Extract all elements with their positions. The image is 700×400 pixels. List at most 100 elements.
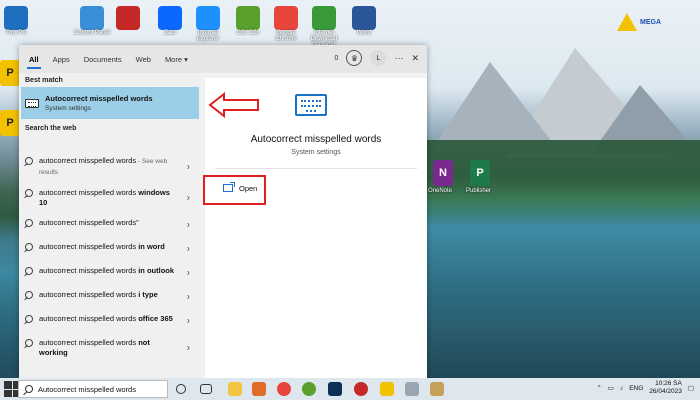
keyboard-icon <box>295 94 327 116</box>
web-result-item[interactable]: autocorrect misspelled words i type › <box>19 285 200 309</box>
task-view-icon[interactable] <box>200 384 212 394</box>
web-result-item[interactable]: autocorrect misspelled words office 365 › <box>19 309 200 333</box>
web-result-text: autocorrect misspelled words i type <box>39 290 158 299</box>
web-result-item[interactable]: autocorrect misspelled words - See web r… <box>19 151 200 183</box>
search-icon <box>25 189 33 197</box>
photoshop-icon[interactable] <box>328 382 342 396</box>
web-result-item[interactable]: autocorrect misspelled words windows 10 › <box>19 183 200 213</box>
annotation-highlight-open <box>203 175 266 205</box>
web-result-text: autocorrect misspelled words in word <box>39 242 165 251</box>
zalo-icon[interactable] <box>158 6 182 30</box>
tab-apps[interactable]: Apps <box>53 47 70 72</box>
search-icon <box>25 339 33 347</box>
best-match-title: Autocorrect misspelled words <box>45 94 153 103</box>
system-tray: ⌃ ▭ ♪ ENG 10:26 SA 26/04/2023 ▢ <box>596 380 694 396</box>
best-match-item[interactable]: Autocorrect misspelled words System sett… <box>21 87 199 119</box>
web-result-text: autocorrect misspelled words in outlook <box>39 266 175 275</box>
tab-documents[interactable]: Documents <box>84 47 122 72</box>
tab-all[interactable]: All <box>27 47 41 72</box>
publisher-icon[interactable]: P <box>470 160 490 186</box>
web-result-text: autocorrect misspelled words office 365 <box>39 314 173 323</box>
taskbar-app-icon[interactable] <box>252 382 266 396</box>
chevron-right-icon[interactable]: › <box>187 343 190 354</box>
search-icon <box>25 291 33 299</box>
chrome-icon[interactable] <box>274 6 298 30</box>
web-result-text: autocorrect misspelled words not working <box>39 338 150 357</box>
network-icon[interactable]: ▭ <box>608 384 614 392</box>
user-avatar[interactable]: L <box>370 50 387 66</box>
taskbar-app-icon[interactable] <box>430 382 444 396</box>
detail-divider <box>215 168 417 169</box>
close-icon[interactable]: ✕ <box>411 53 419 64</box>
more-options-icon[interactable]: ··· <box>394 53 403 63</box>
clock-date: 26/04/2023 <box>649 388 682 395</box>
desktop-icon-label: Internet Explorer <box>196 30 220 42</box>
cortana-icon[interactable] <box>176 384 186 394</box>
wallpaper-lake <box>425 225 700 378</box>
onenote-icon[interactable]: N <box>433 160 453 186</box>
search-icon <box>25 315 33 323</box>
chevron-right-icon[interactable]: › <box>187 316 190 327</box>
chrome-icon[interactable] <box>277 382 291 396</box>
notifications-icon[interactable]: ▢ <box>688 384 694 392</box>
chevron-right-icon[interactable]: › <box>187 244 190 255</box>
rewards-trophy-icon[interactable]: ♛ <box>346 50 363 66</box>
chevron-right-icon[interactable]: › <box>187 162 190 173</box>
best-match-subtitle: System settings <box>45 105 91 112</box>
tab-web[interactable]: Web <box>136 47 151 72</box>
file-explorer-icon[interactable] <box>228 382 242 396</box>
coc-coc-icon[interactable] <box>236 6 260 30</box>
search-icon <box>25 157 33 165</box>
volume-icon[interactable]: ♪ <box>620 385 623 392</box>
control-panel-icon[interactable] <box>80 6 104 30</box>
web-result-text: autocorrect misspelled words" <box>39 218 139 227</box>
desktop-app-icon[interactable]: P <box>0 60 20 86</box>
taskbar: Autocorrect misspelled words ⌃ ▭ ♪ ENG 1… <box>0 378 700 400</box>
search-icon <box>25 243 33 251</box>
tabs-right-controls: 0 ♛ L ··· ✕ <box>335 50 419 66</box>
tray-chevron-icon[interactable]: ⌃ <box>596 384 601 392</box>
desktop-icon-label: Publisher <box>466 188 492 194</box>
web-result-item[interactable]: autocorrect misspelled words in outlook › <box>19 261 200 285</box>
search-icon <box>25 219 33 227</box>
chevron-right-icon[interactable]: › <box>187 268 190 279</box>
taskbar-app-icon[interactable] <box>405 382 419 396</box>
detail-subtitle: System settings <box>291 149 341 156</box>
desktop-icon-label: Control Panel <box>73 30 111 36</box>
web-result-item[interactable]: autocorrect misspelled words in word › <box>19 237 200 261</box>
web-result-item[interactable]: autocorrect misspelled words" › <box>19 213 200 237</box>
idm-icon[interactable] <box>312 6 336 30</box>
desktop-icon-label: Cốc Cốc <box>236 30 260 36</box>
detail-pane: Autocorrect misspelled words System sett… <box>205 78 427 378</box>
taskbar-search-value: Autocorrect misspelled words <box>38 384 136 394</box>
taskbar-search-input[interactable]: Autocorrect misspelled words <box>18 380 168 398</box>
best-match-heading: Best match <box>25 77 63 84</box>
desktop-icons-row: This PC Control Panel Zalo Internet Explore… <box>0 2 380 48</box>
web-result-item[interactable]: autocorrect misspelled words not working… <box>19 333 200 363</box>
chevron-right-icon[interactable]: › <box>187 220 190 231</box>
chevron-right-icon[interactable]: › <box>187 193 190 204</box>
word-icon[interactable] <box>352 6 376 30</box>
language-indicator[interactable]: ENG <box>629 385 643 392</box>
brand-logo-text: MEGA <box>640 18 661 26</box>
web-results-list: autocorrect misspelled words - See web r… <box>19 151 200 363</box>
app-icon-2[interactable] <box>116 6 140 30</box>
clock[interactable]: 10:26 SA 26/04/2023 <box>649 380 682 396</box>
rewards-count: 0 <box>334 54 339 62</box>
chevron-right-icon[interactable]: › <box>187 292 190 303</box>
search-icon <box>25 385 33 393</box>
annotation-arrow-icon <box>208 92 259 118</box>
desktop-icon-label: This PC <box>5 30 27 36</box>
desktop-icon-label: OneNote <box>428 188 453 194</box>
taskbar-app-icon[interactable] <box>354 382 368 396</box>
taskbar-app-icon[interactable] <box>380 382 394 396</box>
internet-explorer-icon[interactable] <box>196 6 220 30</box>
web-result-text: autocorrect misspelled words - See web r… <box>39 156 168 176</box>
desktop-icon-label: Word <box>356 30 372 36</box>
desktop-icon-label: Google Chrome <box>275 30 297 42</box>
this-pc-icon[interactable] <box>4 6 28 30</box>
desktop-app-icon[interactable]: P <box>0 110 20 136</box>
coc-coc-icon[interactable] <box>302 382 316 396</box>
wallpaper-mountain <box>430 62 560 152</box>
tab-more[interactable]: More ▾ <box>165 47 188 72</box>
